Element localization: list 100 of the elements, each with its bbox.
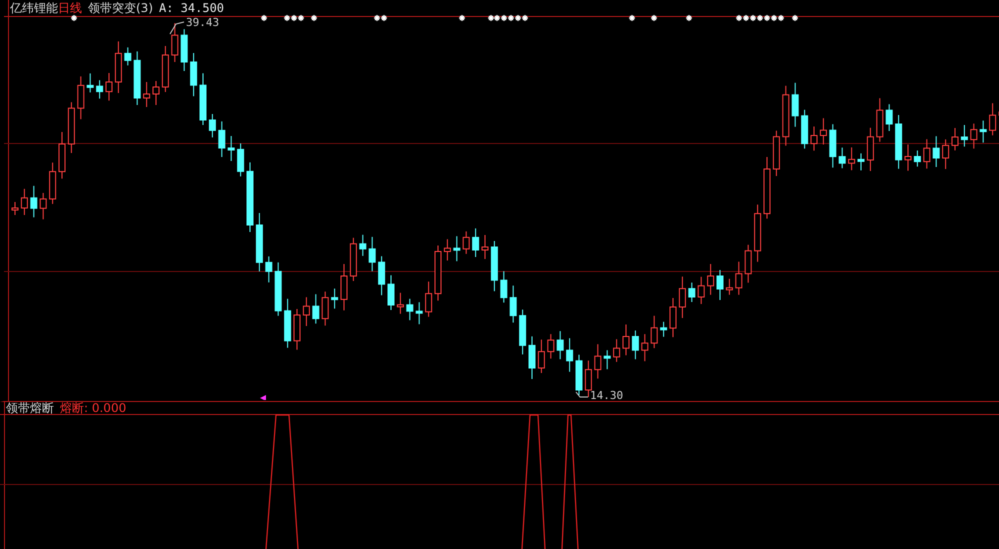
candlestick (632, 330, 639, 360)
candlestick (500, 270, 508, 304)
candlestick (294, 308, 300, 350)
candlestick (406, 298, 414, 321)
candlestick (876, 98, 884, 142)
candlestick (801, 109, 808, 150)
candlestick (350, 237, 357, 282)
low-leader-line (576, 392, 588, 398)
candlestick (378, 256, 386, 296)
candlestick (368, 236, 376, 272)
candlestick (30, 185, 38, 218)
candlestick (622, 324, 630, 356)
candlestick (190, 52, 198, 97)
candlestick (613, 338, 620, 362)
candlestick (547, 334, 554, 360)
candlestick (143, 82, 150, 108)
candlestick (152, 80, 160, 106)
candlestick (556, 330, 564, 360)
candlestick (707, 264, 714, 296)
candlestick (923, 138, 930, 170)
candlestick (359, 234, 366, 256)
candlestick (322, 291, 329, 326)
stock-name: 亿纬锂能 (10, 1, 58, 15)
candlestick (858, 152, 864, 171)
candlestick (895, 114, 902, 170)
candlestick (453, 236, 460, 262)
candlestick (678, 276, 686, 318)
candlestick (641, 334, 648, 362)
candlestick (510, 285, 517, 324)
candlestick (932, 136, 940, 168)
candlestick (12, 202, 18, 216)
candlestick (716, 270, 724, 300)
lower-indicator-name: 领带熔断 (6, 402, 54, 415)
candlestick (848, 146, 856, 171)
candlestick (660, 321, 668, 338)
candlestick (96, 80, 104, 100)
candlestick (886, 104, 893, 132)
candlestick (40, 192, 47, 220)
candlestick (604, 350, 611, 370)
candlestick (566, 338, 574, 372)
high-price-label: 39.43 (186, 17, 220, 29)
candlestick (904, 144, 912, 172)
candlestick (302, 296, 310, 326)
candlestick (340, 264, 348, 311)
candlestick (106, 72, 112, 102)
candlestick (284, 298, 292, 348)
candlestick (820, 118, 827, 145)
indicator-reading: A: 34.500 (159, 1, 224, 15)
candlestick (538, 339, 545, 374)
candlestick (698, 276, 705, 304)
candlestick (114, 40, 122, 94)
candlestick (425, 281, 432, 318)
candlestick (228, 136, 235, 162)
candlestick (416, 302, 423, 325)
candlestick (472, 228, 480, 258)
candlestick (754, 204, 762, 262)
candlestick (970, 123, 978, 150)
candlestick (584, 360, 592, 398)
candlestick (218, 120, 226, 158)
candlestick (952, 128, 958, 151)
candlestick (246, 162, 254, 232)
candlestick (208, 114, 216, 138)
candlestick (49, 162, 56, 204)
candlestick (866, 127, 874, 172)
candlestick (688, 282, 696, 302)
candlestick (462, 230, 470, 254)
candlestick (914, 150, 921, 168)
candlestick (980, 120, 987, 144)
candlestick (237, 142, 244, 177)
candlestick (594, 344, 602, 380)
candlestick (180, 28, 188, 72)
candlestick (764, 156, 770, 220)
candlestick (274, 262, 282, 316)
candlestick (256, 212, 263, 272)
low-price-label: 14.30 (590, 390, 624, 402)
candlestick (744, 244, 752, 284)
candlestick (396, 292, 404, 314)
candlestick (960, 124, 968, 148)
candlestick (838, 147, 846, 169)
high-leader-line (170, 22, 184, 34)
candlestick (829, 124, 836, 168)
candlestick (726, 278, 733, 296)
candlestick (124, 46, 132, 66)
candlestick (388, 274, 394, 310)
candlestick (77, 76, 84, 120)
candlestick (519, 309, 526, 355)
candlestick (20, 188, 28, 216)
cursor-triangle-icon (260, 395, 266, 400)
candlestick (312, 294, 320, 324)
candlestick (331, 288, 338, 310)
lower-indicator-reading: 熔断: 0.000 (60, 402, 126, 415)
candlestick (444, 238, 451, 261)
candlestick (810, 126, 818, 152)
candlestick (772, 130, 780, 176)
candlestick (528, 336, 536, 380)
candlestick (490, 240, 498, 292)
candlestick (86, 72, 94, 93)
candlestick (942, 138, 950, 170)
candlestick (162, 46, 169, 92)
candlestick (171, 22, 178, 62)
